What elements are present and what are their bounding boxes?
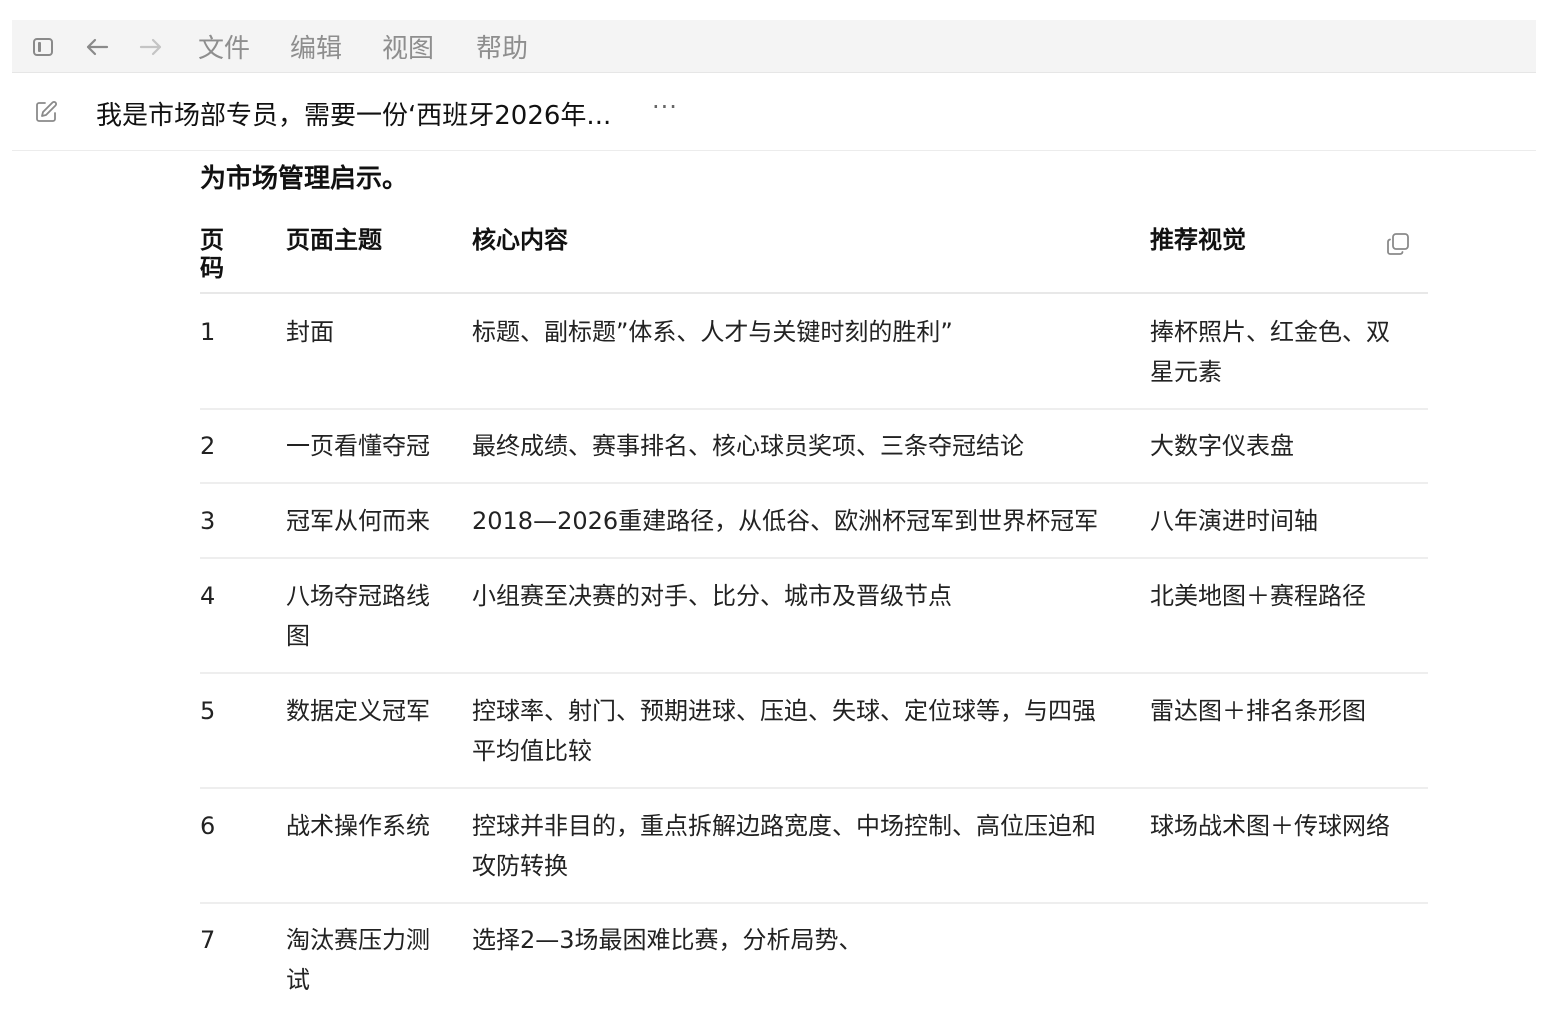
table-row-5-visual: 雷达图＋排名条形图 <box>1150 697 1366 725</box>
table-row-3-page: 3 <box>200 507 216 535</box>
table-row-2-page: 2 <box>200 432 216 460</box>
table-row-7-page: 7 <box>200 926 216 954</box>
table-row-2-visual: 大数字仪表盘 <box>1150 432 1294 460</box>
table-row-7-topic: 淘汰赛压力测试 <box>286 926 430 994</box>
table-row-3-visual: 八年演进时间轴 <box>1150 507 1318 535</box>
header-page-number: 页码 <box>200 226 224 282</box>
table-row-divider <box>200 482 1428 484</box>
table-row-5-content: 控球率、射门、预期进球、压迫、失球、定位球等，与四强平均值比较 <box>472 697 1096 765</box>
header-page-topic: 页面主题 <box>286 226 382 254</box>
table-header-divider <box>200 292 1428 294</box>
table-row-1-visual: 捧杯照片、红金色、双星元素 <box>1150 318 1390 386</box>
table-row-3-topic: 冠军从何而来 <box>286 507 430 535</box>
table-row-5-topic: 数据定义冠军 <box>286 697 430 725</box>
table-row-1-content: 标题、副标题”体系、人才与关键时刻的胜利” <box>472 318 953 346</box>
table-row-3-content: 2018—2026重建路径，从低谷、欧洲杯冠军到世界杯冠军 <box>472 507 1099 535</box>
table-row-5-page: 5 <box>200 697 216 725</box>
menu-bar: 文件 编辑 视图 帮助 <box>12 20 1536 73</box>
table-row-1-topic: 封面 <box>286 318 334 346</box>
table-row-6-page: 6 <box>200 812 216 840</box>
table-row-6-topic: 战术操作系统 <box>286 812 430 840</box>
table-row-4-page: 4 <box>200 582 216 610</box>
table-row-divider <box>200 672 1428 674</box>
conversation-header: 我是市场部专员，需要一份‘西班牙2026年... ··· <box>12 73 1536 151</box>
table-row-4-topic: 八场夺冠路线图 <box>286 582 430 650</box>
more-options-button[interactable]: ··· <box>652 93 678 121</box>
table-row-6-visual: 球场战术图＋传球网络 <box>1150 812 1390 840</box>
table-row-divider <box>200 902 1428 904</box>
arrow-right-icon[interactable] <box>136 20 166 73</box>
table-row-4-content: 小组赛至决赛的对手、比分、城市及晋级节点 <box>472 582 952 610</box>
table-row-2-topic: 一页看懂夺冠 <box>286 432 430 460</box>
table-row-6-content: 控球并非目的，重点拆解边路宽度、中场控制、高位压迫和攻防转换 <box>472 812 1096 880</box>
copy-icon[interactable] <box>1384 230 1412 258</box>
menu-help[interactable]: 帮助 <box>476 20 528 73</box>
table-row-divider <box>200 557 1428 559</box>
header-recommended-visual: 推荐视觉 <box>1150 226 1246 254</box>
table-row-4-visual: 北美地图＋赛程路径 <box>1150 582 1366 610</box>
table-row-1-page: 1 <box>200 318 216 346</box>
menu-edit[interactable]: 编辑 <box>290 20 342 73</box>
table-row-divider <box>200 408 1428 410</box>
conversation-title[interactable]: 我是市场部专员，需要一份‘西班牙2026年... <box>96 95 611 132</box>
table-row-7-content: 选择2—3场最困难比赛，分析局势、 <box>472 926 863 954</box>
arrow-left-icon[interactable] <box>82 20 112 73</box>
menu-view[interactable]: 视图 <box>382 20 434 73</box>
table-row-2-content: 最终成绩、赛事排名、核心球员奖项、三条夺冠结论 <box>472 432 1024 460</box>
menu-file[interactable]: 文件 <box>198 20 250 73</box>
edit-icon[interactable] <box>34 100 58 124</box>
header-core-content: 核心内容 <box>472 226 568 254</box>
sidebar-toggle-icon[interactable] <box>30 20 56 73</box>
section-heading: 为市场管理启示。 <box>200 164 409 194</box>
table-row-divider <box>200 787 1428 789</box>
